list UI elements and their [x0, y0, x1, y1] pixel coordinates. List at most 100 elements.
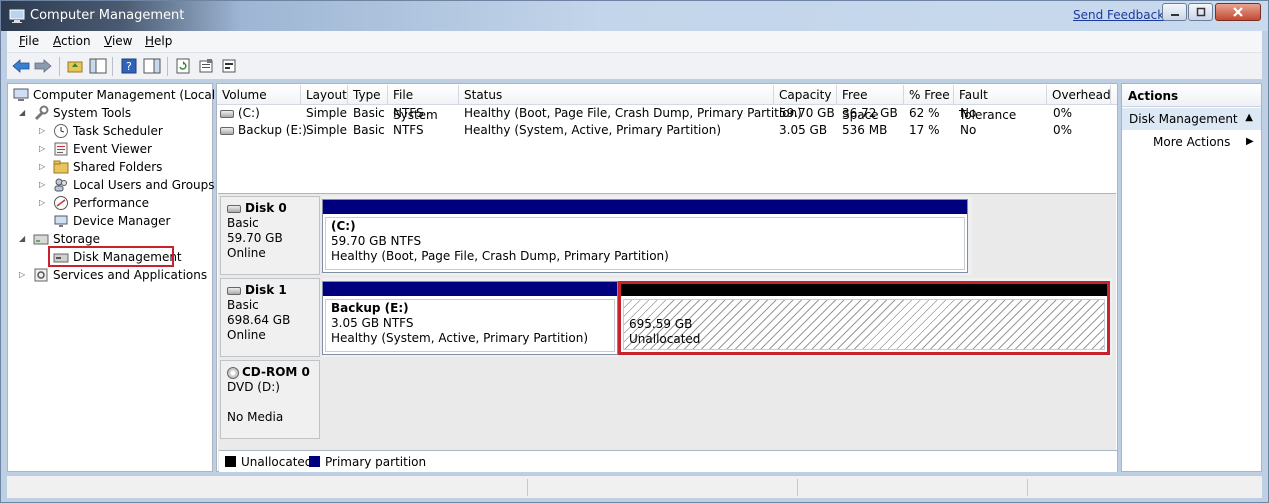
title-bar[interactable]: Computer Management Send Feedback [1, 1, 1268, 31]
disk-settings-icon[interactable] [220, 57, 238, 75]
svg-text:?: ? [126, 60, 132, 73]
tree-label: Storage [53, 231, 100, 246]
forward-arrow-icon[interactable] [34, 57, 52, 75]
back-arrow-icon[interactable] [12, 57, 30, 75]
actions-title: Actions [1122, 84, 1261, 107]
help-icon[interactable]: ? [120, 57, 138, 75]
storage-icon [33, 231, 49, 247]
column-volume[interactable]: Volume [217, 85, 301, 105]
tree-item-storage[interactable]: Storage [33, 230, 100, 247]
actions-pane: Actions Disk Management ▲ More Actions ▶ [1121, 83, 1262, 472]
partition-status: Healthy (Boot, Page File, Crash Dump, Pr… [331, 249, 669, 263]
disk-graphical-view: Disk 0 Basic 59.70 GB Online (C:) 59.70 … [218, 193, 1117, 472]
up-folder-icon[interactable] [66, 57, 84, 75]
tree-item-device-manager[interactable]: Device Manager [53, 212, 170, 229]
unallocated-details: 695.59 GB Unallocated [623, 299, 1105, 350]
tree-label: Computer Management (Local) [33, 87, 220, 102]
menu-view[interactable]: View [104, 34, 132, 48]
cdrom-media: No Media [227, 410, 284, 424]
column-overhead[interactable]: Overhead [1047, 85, 1111, 105]
disk-size: 59.70 GB [227, 231, 283, 245]
expand-arrow-icon[interactable]: ▷ [39, 198, 45, 207]
tree-item-computer-management[interactable]: Computer Management (Local) [13, 86, 220, 103]
partition-details: Backup (E:) 3.05 GB NTFS Healthy (System… [325, 299, 615, 352]
column-capacity[interactable]: Capacity [774, 85, 837, 105]
expand-arrow-icon[interactable]: ▷ [39, 144, 45, 153]
status-cell: Healthy (System, Active, Primary Partiti… [464, 123, 722, 137]
file-system-cell: NTFS [393, 123, 424, 137]
column-type[interactable]: Type [348, 85, 388, 105]
tree-item-services-and-applications[interactable]: Services and Applications [33, 266, 207, 283]
column-fault-tolerance[interactable]: Fault Tolerance [954, 85, 1047, 122]
partition-label: Backup (E:) [331, 301, 409, 315]
collapse-arrow-icon[interactable]: ◢ [19, 234, 25, 243]
clock-icon [53, 123, 69, 139]
tree-item-local-users-and-groups[interactable]: Local Users and Groups [53, 176, 215, 193]
expand-arrow-icon[interactable]: ▷ [39, 180, 45, 189]
primary-partition-bar [323, 282, 617, 296]
send-feedback-link[interactable]: Send Feedback [1073, 8, 1164, 22]
computer-management-icon [9, 8, 25, 24]
tree-item-event-viewer[interactable]: Event Viewer [53, 140, 152, 157]
more-actions-item[interactable]: More Actions [1153, 135, 1230, 149]
partition-backup-e[interactable]: Backup (E:) 3.05 GB NTFS Healthy (System… [322, 281, 618, 355]
column-percent-free[interactable]: % Free [904, 85, 954, 105]
unallocated-space[interactable]: 695.59 GB Unallocated [618, 281, 1110, 355]
table-row[interactable]: Backup (E:) Simple Basic NTFS Healthy (S… [217, 122, 1117, 139]
column-free-space[interactable]: Free Space [837, 85, 904, 122]
disk-name: Disk 1 [245, 283, 287, 297]
disk-name: CD-ROM 0 [242, 365, 310, 379]
users-icon [53, 177, 69, 193]
submenu-arrow-icon[interactable]: ▶ [1246, 136, 1254, 147]
table-row[interactable]: (C:) Simple Basic NTFS Healthy (Boot, Pa… [217, 105, 1117, 122]
free-space-cell: 36.72 GB [842, 106, 898, 120]
menu-help[interactable]: Help [145, 34, 172, 48]
partition-size: 59.70 GB NTFS [331, 234, 422, 248]
partition-c[interactable]: (C:) 59.70 GB NTFS Healthy (Boot, Page F… [322, 199, 968, 273]
more-actions-label: More Actions [1153, 135, 1231, 149]
show-hide-action-pane-icon[interactable] [143, 57, 161, 75]
show-hide-tree-icon[interactable] [89, 57, 107, 75]
disk-management-highlight [48, 246, 174, 267]
expand-arrow-icon[interactable]: ▷ [19, 270, 25, 279]
expand-arrow-icon[interactable]: ▷ [39, 126, 45, 135]
maximize-button[interactable] [1188, 3, 1213, 21]
menu-bar: File Action View Help [7, 31, 1262, 53]
cdrom-drive: DVD (D:) [227, 380, 280, 394]
layout-cell: Simple [306, 106, 347, 120]
percent-free-cell: 17 % [909, 123, 940, 137]
disk-state: Online [227, 328, 266, 342]
volume-cell: (C:) [220, 106, 260, 120]
refresh-icon[interactable] [174, 57, 192, 75]
cdrom-0-label[interactable]: CD-ROM 0 DVD (D:) No Media [220, 360, 320, 439]
tree-item-task-scheduler[interactable]: Task Scheduler [53, 122, 163, 139]
properties-icon[interactable] [197, 57, 215, 75]
tree-label: Event Viewer [73, 141, 152, 156]
overhead-cell: 0% [1053, 123, 1073, 137]
disk-1-label[interactable]: Disk 1 Basic 698.64 GB Online [220, 278, 320, 357]
expand-arrow-icon[interactable]: ▷ [39, 162, 45, 171]
tree-item-performance[interactable]: Performance [53, 194, 149, 211]
collapse-arrow-icon[interactable]: ◢ [19, 108, 25, 117]
column-layout[interactable]: Layout [301, 85, 348, 105]
close-button[interactable] [1215, 3, 1261, 21]
disk-name: Disk 0 [245, 201, 287, 215]
tree-item-system-tools[interactable]: System Tools [33, 104, 131, 121]
collapse-triangle-icon[interactable]: ▲ [1245, 112, 1253, 123]
minimize-button[interactable] [1162, 3, 1187, 21]
actions-section-label: Disk Management [1129, 112, 1238, 126]
disk-0-label[interactable]: Disk 0 Basic 59.70 GB Online [220, 196, 320, 275]
column-file-system[interactable]: File System [388, 85, 459, 122]
column-status[interactable]: Status [459, 85, 774, 105]
menu-action[interactable]: Action [53, 34, 91, 48]
legend: Unallocated Primary partition [219, 450, 1117, 472]
disk-type: Basic [227, 216, 259, 230]
tools-icon [33, 105, 49, 121]
disk-size: 698.64 GB [227, 313, 291, 327]
menu-file[interactable]: File [19, 34, 39, 48]
disk-state: Online [227, 246, 266, 260]
tree-label: Device Manager [73, 213, 171, 228]
actions-section-disk-management[interactable]: Disk Management ▲ [1122, 108, 1261, 130]
tree-item-shared-folders[interactable]: Shared Folders [53, 158, 162, 175]
event-viewer-icon [53, 141, 69, 157]
